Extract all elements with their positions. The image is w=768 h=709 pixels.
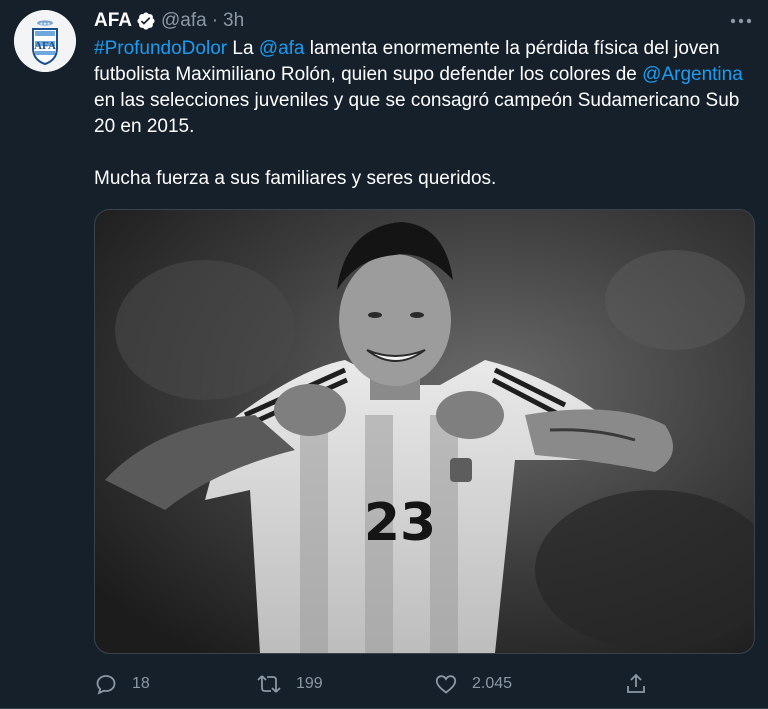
retweet-button[interactable]: 199 (256, 668, 323, 700)
tweet-photo[interactable]: 23 (94, 209, 755, 654)
tweet-header: AFA @afa · 3h (94, 10, 244, 32)
mention-argentina-link[interactable]: @Argentina (642, 64, 743, 85)
share-icon (627, 673, 645, 693)
tweet-paragraph-2: Mucha fuerza a sus familiares y seres qu… (94, 168, 497, 189)
like-button[interactable]: 2.045 (434, 668, 512, 700)
tweet-text-part-1: La (227, 38, 259, 59)
tweet-timestamp[interactable]: 3h (223, 10, 244, 32)
retweet-count: 199 (296, 675, 323, 692)
separator-dot: · (211, 10, 219, 31)
tweet-actions: 18 199 2.045 (94, 668, 664, 700)
author-name[interactable]: AFA (94, 10, 132, 32)
reply-button[interactable]: 18 (94, 668, 150, 700)
svg-text:AFA: AFA (34, 40, 56, 52)
hashtag-link[interactable]: #ProfundoDolor (94, 38, 227, 59)
tweet: ★★★ AFA AFA @afa · 3h #ProfundoDolor La … (0, 0, 768, 709)
svg-text:★★★: ★★★ (40, 21, 51, 26)
tweet-text-part-3: en las selecciones juveniles y que se co… (94, 90, 740, 137)
retweet-icon (257, 675, 281, 693)
player-photo-image: 23 (95, 210, 754, 653)
avatar[interactable]: ★★★ AFA (14, 10, 76, 72)
mention-afa-link[interactable]: @afa (259, 38, 305, 59)
reply-icon (96, 675, 116, 695)
verified-badge-icon (136, 11, 156, 31)
share-button[interactable] (624, 668, 648, 700)
tweet-text: #ProfundoDolor La @afa lamenta enormemen… (94, 36, 744, 192)
reply-count: 18 (132, 675, 150, 692)
heart-icon (435, 675, 457, 694)
more-options-icon[interactable] (728, 10, 754, 32)
like-count: 2.045 (472, 675, 513, 692)
author-handle[interactable]: @afa (161, 10, 207, 32)
tweet-paragraph-1: #ProfundoDolor La @afa lamenta enormemen… (94, 36, 744, 140)
afa-crest-icon: ★★★ AFA (14, 10, 76, 72)
jersey-number: 23 (364, 493, 436, 553)
